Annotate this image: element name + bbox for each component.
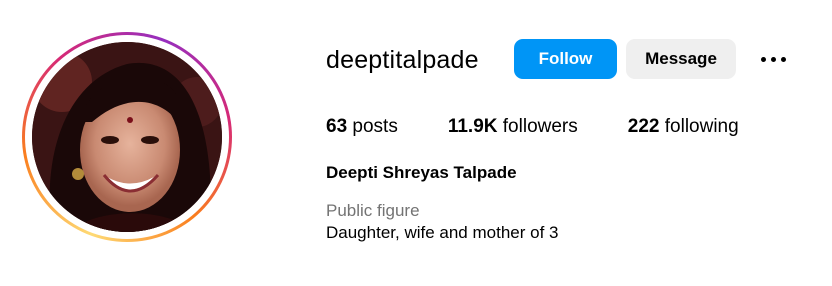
following-label: following — [664, 116, 739, 137]
following-count: 222 — [627, 116, 660, 137]
message-button[interactable]: Message — [626, 39, 736, 79]
dot — [780, 56, 786, 62]
avatar[interactable] — [32, 42, 222, 232]
category-label: Public figure — [326, 201, 420, 220]
followers-stat[interactable]: 11.9K followers — [448, 114, 578, 140]
followers-label: followers — [502, 116, 578, 137]
profile-stats: 63 posts 11.9K followers 222 following — [326, 114, 789, 140]
posts-label: posts — [352, 116, 398, 137]
posts-stat[interactable]: 63 posts — [326, 114, 398, 140]
more-options-icon[interactable] — [756, 45, 790, 73]
dot — [760, 56, 766, 62]
profile-photo — [32, 42, 222, 232]
posts-count: 63 — [326, 116, 348, 137]
full-name: Deepti Shreyas Talpade — [326, 163, 517, 182]
username: deeptitalpade — [326, 46, 479, 74]
following-stat[interactable]: 222 following — [628, 114, 739, 140]
dot — [770, 56, 776, 62]
follow-button[interactable]: Follow — [514, 39, 617, 79]
followers-count: 11.9K — [447, 116, 498, 137]
bio-text: Daughter, wife and mother of 3 — [326, 223, 559, 242]
story-ring[interactable] — [22, 32, 232, 242]
